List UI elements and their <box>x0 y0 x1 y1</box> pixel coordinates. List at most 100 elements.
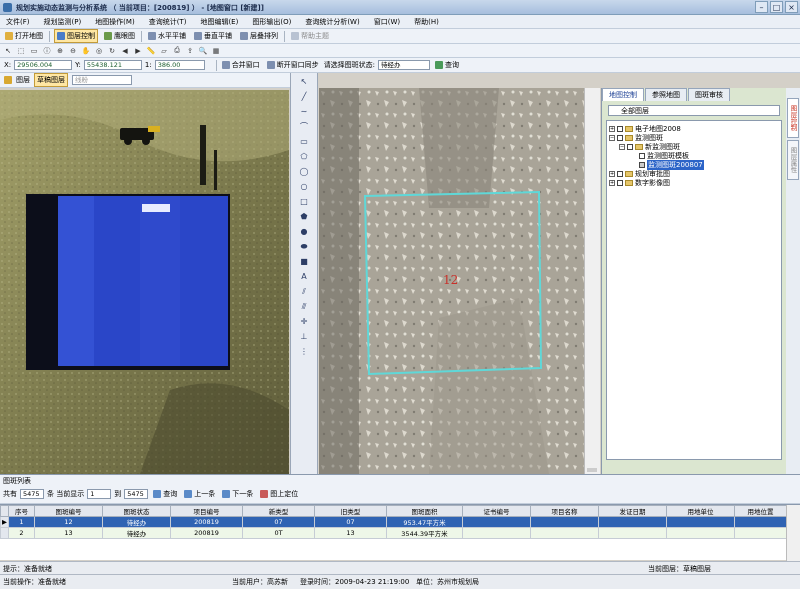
table-cell: 12 <box>34 516 103 528</box>
hatch2-icon[interactable]: ⫻ <box>295 300 313 313</box>
text-icon[interactable]: A <box>295 270 313 283</box>
table-row[interactable]: ▶ 1 12 待经办 200819 07 07 953.47平方米 <box>0 516 787 528</box>
export-icon[interactable]: ⇪ <box>185 46 195 56</box>
page-to-field[interactable]: 5475 <box>124 489 149 499</box>
menu-output[interactable]: 图形输出(O) <box>252 17 291 27</box>
cascade-button[interactable]: 层叠排列 <box>238 30 280 42</box>
horizontal-tile-button[interactable]: 水平平铺 <box>146 30 188 42</box>
layer-combo[interactable]: 全部图层 <box>608 105 780 116</box>
prev-button[interactable]: 上一条 <box>182 488 217 500</box>
grid-header-cell[interactable]: 发证日期 <box>598 505 667 517</box>
locate-button[interactable]: 图上定位 <box>258 488 300 500</box>
patch-list-title: 图斑列表 <box>3 477 31 485</box>
refresh-icon[interactable]: ↻ <box>107 46 117 56</box>
pan-icon[interactable]: ✋ <box>81 46 91 56</box>
layer-control-button[interactable]: 图层控制 <box>54 29 98 43</box>
menu-file[interactable]: 文件(F) <box>6 17 30 27</box>
tab-patch-review[interactable]: 图斑审核 <box>688 88 730 101</box>
select-icon[interactable]: ⬚ <box>16 46 26 56</box>
grid-header-cell[interactable]: 图斑状态 <box>102 505 171 517</box>
list-query-button[interactable]: 查询 <box>151 488 179 500</box>
line-icon[interactable]: ╱ <box>295 90 313 103</box>
select-arrow-icon[interactable]: ↖ <box>295 75 313 88</box>
line-style-dropdown[interactable]: 线粉 <box>72 75 132 85</box>
curve-icon[interactable]: ∼ <box>295 105 313 118</box>
grid-header-cell[interactable]: 证书编号 <box>462 505 531 517</box>
filled-polygon-icon[interactable]: ⬟ <box>295 210 313 223</box>
print-icon[interactable]: ⎙ <box>172 46 182 56</box>
minimize-button[interactable]: – <box>755 1 768 13</box>
table-row[interactable]: 2 13 待经办 200819 0T 13 3544.39平方米 <box>0 527 787 539</box>
square-icon[interactable]: □ <box>295 195 313 208</box>
cross-icon[interactable]: ✛ <box>295 315 313 328</box>
status-query-label: 查询 <box>445 61 460 69</box>
info-icon[interactable]: ⓘ <box>42 46 52 56</box>
hatch-icon[interactable]: ⫽ <box>295 285 313 298</box>
grid-header-cell[interactable]: 用地位置 <box>734 505 787 517</box>
grid-header-cell[interactable]: 图斑编号 <box>34 505 103 517</box>
grid-header-cell[interactable]: 旧类型 <box>314 505 387 517</box>
layer-control-label: 图层控制 <box>67 32 95 40</box>
page-from-field[interactable]: 1 <box>87 489 112 499</box>
vtab-layer-props[interactable]: 图层属性 <box>787 140 799 180</box>
vtab-layer-control[interactable]: 图层控制 <box>787 98 799 138</box>
tab-reference-map[interactable]: 参照地图 <box>645 88 687 101</box>
draft-layer-button[interactable]: 草稿图层 <box>34 73 68 87</box>
grid-header-cell[interactable]: 项目名称 <box>530 505 599 517</box>
menu-map-edit[interactable]: 地图编辑(E) <box>200 17 238 27</box>
merge-window-button[interactable]: 合并窗口 <box>220 59 262 71</box>
help-topic-button[interactable]: 帮助主题 <box>289 30 331 42</box>
tab-map-control[interactable]: 地图控制 <box>602 88 644 101</box>
row-indicator <box>0 527 9 539</box>
grid-header-cell[interactable]: 序号 <box>8 505 35 517</box>
zoom-out-icon[interactable]: ⊖ <box>68 46 78 56</box>
right-map-view[interactable]: 12 <box>319 88 584 474</box>
scale-field[interactable]: 386.00 <box>154 60 205 70</box>
menu-window[interactable]: 窗口(W) <box>374 17 400 27</box>
full-extent-icon[interactable]: ◎ <box>94 46 104 56</box>
eagle-eye-button[interactable]: 鹰眼图 <box>102 30 137 42</box>
more-icon[interactable]: ⋮ <box>295 345 313 358</box>
back-icon[interactable]: ◀ <box>120 46 130 56</box>
disconnect-sync-button[interactable]: 断开窗口同步 <box>265 59 321 71</box>
polyline-icon[interactable]: ⌒ <box>295 120 313 133</box>
zoom-in-icon[interactable]: ⊕ <box>55 46 65 56</box>
status-query-button[interactable]: 查询 <box>433 59 461 71</box>
grid-icon[interactable]: ▦ <box>211 46 221 56</box>
status-current-op: 当前操作：准备就绪 <box>3 578 66 586</box>
filled-ellipse-icon[interactable]: ⬬ <box>295 240 313 253</box>
tree-node-imagery[interactable]: + 数字影像图 <box>609 178 670 188</box>
measure-icon[interactable]: 📏 <box>146 46 156 56</box>
maximize-button[interactable]: □ <box>770 1 783 13</box>
ellipse-icon[interactable]: ◯ <box>295 165 313 178</box>
area-icon[interactable]: ▱ <box>159 46 169 56</box>
menu-plan-monitor[interactable]: 规划监测(P) <box>44 17 82 27</box>
forward-icon[interactable]: ▶ <box>133 46 143 56</box>
find-icon[interactable]: 🔍 <box>198 46 208 56</box>
grid-scrollbar[interactable] <box>786 505 800 561</box>
folder-icon <box>5 32 13 40</box>
rectangle-icon[interactable]: ▭ <box>295 135 313 148</box>
menu-analysis[interactable]: 查询统计分析(W) <box>305 17 359 27</box>
grid-header-cell[interactable]: 图斑面积 <box>386 505 463 517</box>
left-map-view[interactable] <box>0 90 289 474</box>
vertical-tile-button[interactable]: 垂直平铺 <box>192 30 234 42</box>
circle-icon[interactable]: ○ <box>295 180 313 193</box>
menu-help[interactable]: 帮助(H) <box>414 17 439 27</box>
filled-circle-icon[interactable]: ● <box>295 225 313 238</box>
map-scrollbar[interactable] <box>584 88 600 474</box>
pointer-icon[interactable]: ↖ <box>3 46 13 56</box>
polygon-icon[interactable]: ⬠ <box>295 150 313 163</box>
status-select[interactable]: 待经办 <box>378 60 431 70</box>
menu-map-ops[interactable]: 地图操作(M) <box>95 17 135 27</box>
open-map-button[interactable]: 打开地图 <box>3 30 45 42</box>
next-button[interactable]: 下一条 <box>220 488 255 500</box>
grid-header-cell[interactable]: 用地单位 <box>666 505 735 517</box>
grid-header-cell[interactable]: 新类型 <box>242 505 315 517</box>
menu-query-stats[interactable]: 查询统计(T) <box>149 17 187 27</box>
close-button[interactable]: × <box>785 1 798 13</box>
filled-square-icon[interactable]: ■ <box>295 255 313 268</box>
split-icon[interactable]: ⊥ <box>295 330 313 343</box>
grid-header-cell[interactable]: 项目编号 <box>170 505 243 517</box>
select-rect-icon[interactable]: ▭ <box>29 46 39 56</box>
